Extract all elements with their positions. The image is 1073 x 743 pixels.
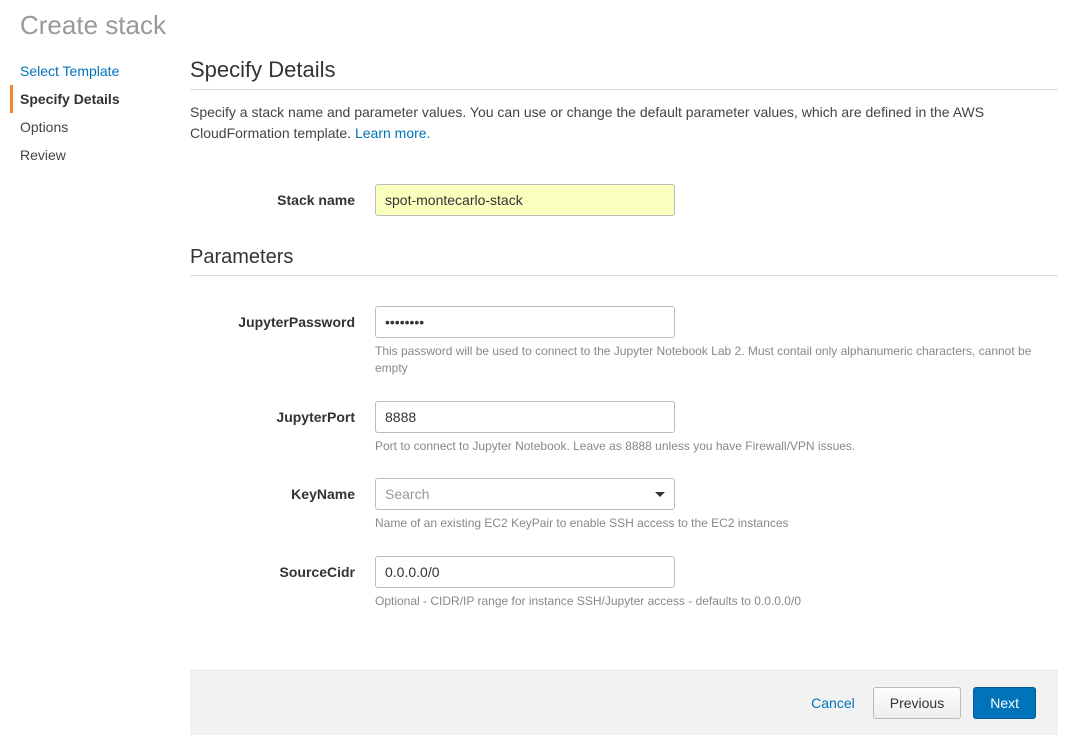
learn-more-link[interactable]: Learn more. [355,125,430,141]
source-cidr-input[interactable] [375,556,675,588]
parameters-heading: Parameters [190,246,1058,276]
description-text: Specify a stack name and parameter value… [190,104,984,141]
param-label-jupyterpassword: JupyterPassword [190,306,375,330]
previous-button[interactable]: Previous [873,687,961,719]
footer-bar: Cancel Previous Next [190,670,1058,735]
keyname-hint: Name of an existing EC2 KeyPair to enabl… [375,515,1058,532]
specify-details-description: Specify a stack name and parameter value… [190,102,1058,144]
sidebar-item-select-template[interactable]: Select Template [10,57,170,85]
sidebar-item-review[interactable]: Review [10,141,170,169]
param-label-sourcecidr: SourceCidr [190,556,375,580]
jupyter-password-hint: This password will be used to connect to… [375,343,1058,377]
specify-details-heading: Specify Details [190,57,1058,90]
stack-name-label: Stack name [190,184,375,208]
sidebar-item-specify-details[interactable]: Specify Details [10,85,170,113]
jupyter-password-input[interactable] [375,306,675,338]
param-label-keyname: KeyName [190,478,375,502]
cancel-button[interactable]: Cancel [805,689,861,717]
source-cidr-hint: Optional - CIDR/IP range for instance SS… [375,593,1058,610]
keyname-placeholder: Search [385,486,429,502]
stack-name-input[interactable] [375,184,675,216]
next-button[interactable]: Next [973,687,1036,719]
sidebar-item-options[interactable]: Options [10,113,170,141]
keyname-combo[interactable]: Search [375,478,675,510]
param-label-jupyterport: JupyterPort [190,401,375,425]
caret-down-icon [655,492,665,497]
jupyter-port-hint: Port to connect to Jupyter Notebook. Lea… [375,438,1058,455]
wizard-sidebar: Select Template Specify Details Options … [0,47,170,735]
jupyter-port-input[interactable] [375,401,675,433]
page-title: Create stack [0,0,1073,47]
